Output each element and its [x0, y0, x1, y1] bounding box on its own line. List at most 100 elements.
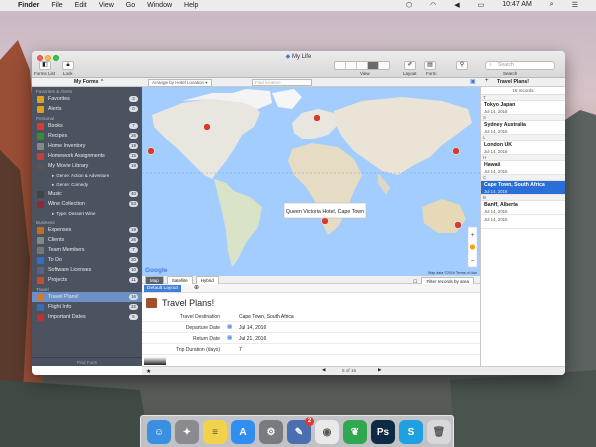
map-view-icon[interactable]: [368, 62, 379, 69]
add-layout-icon[interactable]: ⊕: [194, 284, 199, 291]
layout-button[interactable]: ✐: [404, 61, 416, 70]
next-record-button[interactable]: ▶: [378, 367, 382, 373]
menu-finder[interactable]: Finder: [18, 2, 39, 9]
add-record-icon[interactable]: +: [485, 78, 489, 84]
sync-map-icon[interactable]: ▣: [470, 78, 476, 85]
sidebar-item[interactable]: Clients 26: [32, 235, 142, 245]
notification-center-icon[interactable]: ☰: [572, 1, 578, 9]
sidebar-item[interactable]: Homework Assignments 15: [32, 151, 142, 161]
dropbox-icon[interactable]: ⬡: [406, 1, 412, 9]
record-count-badge: 40: [129, 191, 138, 197]
calendar-icon[interactable]: ▦: [227, 324, 232, 330]
menu-help[interactable]: Help: [184, 2, 198, 9]
menu-view[interactable]: View: [99, 2, 114, 9]
arrange-by-dropdown[interactable]: Arrange by Hotel Location ▾: [148, 79, 212, 87]
zoom-in-icon[interactable]: +: [470, 232, 474, 239]
sidebar-item[interactable]: Home Inventory 19: [32, 141, 142, 151]
menu-edit[interactable]: Edit: [75, 2, 87, 9]
find-location-input[interactable]: Find location: [252, 79, 312, 86]
sidebar-item[interactable]: Travel Plans! 16: [32, 292, 142, 302]
detail-field-row: Trip Duration (days) 7: [142, 344, 480, 355]
field-value[interactable]: 7: [239, 347, 242, 353]
map-marker-sydney[interactable]: [454, 221, 462, 229]
sidebar-item[interactable]: ▸ Genre: Comedy: [32, 180, 142, 189]
map-marker-banff[interactable]: [203, 123, 211, 131]
sidebar-item[interactable]: My Movie Library 18: [32, 161, 142, 171]
menu-go[interactable]: Go: [126, 2, 135, 9]
form-selector[interactable]: My Forms ⌃: [74, 79, 104, 85]
map-marker-cape-town[interactable]: [321, 217, 329, 225]
field-value[interactable]: Jul 14, 2016: [239, 325, 266, 331]
sidebar-item[interactable]: ▸ Genre: Action & Adventure: [32, 171, 142, 180]
map-marker-hawaii[interactable]: [147, 147, 155, 155]
wifi-icon[interactable]: ◠: [430, 1, 436, 9]
sidebar-item-label: Books: [48, 123, 63, 129]
sidebar-item[interactable]: To Do 20: [32, 255, 142, 265]
sidebar-item[interactable]: Favorites 3: [32, 94, 142, 104]
form-button[interactable]: ▤: [424, 61, 436, 70]
chrome-icon[interactable]: ◉: [315, 420, 339, 444]
record-list-item[interactable]: Sydney Australia Jul 14, 2016: [481, 121, 565, 135]
find-form-input[interactable]: Find Form: [32, 357, 142, 366]
sidebar-item[interactable]: Alerts 0: [32, 104, 142, 114]
field-value[interactable]: Jul 21, 2016: [239, 336, 266, 342]
record-list-item[interactable]: Hawaii Jul 14, 2016: [481, 161, 565, 175]
volume-icon[interactable]: ◀: [454, 1, 459, 9]
photoshop-icon[interactable]: Ps: [371, 420, 395, 444]
form-view-icon[interactable]: [335, 62, 346, 69]
prev-record-button[interactable]: ◀: [322, 367, 326, 373]
table-view-icon[interactable]: [357, 62, 368, 69]
sidebar-item[interactable]: Software Licenses 10: [32, 265, 142, 275]
field-value[interactable]: Cape Town, South Africa: [239, 314, 294, 320]
tap-forms-icon[interactable]: ✎ 2: [287, 417, 314, 444]
launchpad-icon[interactable]: ✦: [175, 420, 199, 444]
record-list-item[interactable]: Jul 14, 2016: [481, 215, 565, 229]
street-view-icon[interactable]: [469, 244, 476, 250]
menu-file[interactable]: File: [51, 2, 62, 9]
sidebar-item[interactable]: Expenses 19: [32, 225, 142, 235]
map-marker-london[interactable]: [313, 114, 321, 122]
forms-list-button[interactable]: ◧: [39, 61, 51, 70]
spotlight-icon[interactable]: ⌕: [550, 1, 554, 9]
sidebar-item[interactable]: Music 40: [32, 189, 142, 199]
form-icon: [37, 132, 44, 140]
map-marker-tokyo[interactable]: [452, 147, 460, 155]
sidebar-item[interactable]: Recipes 26: [32, 131, 142, 141]
filter-button[interactable]: ⚲: [456, 61, 468, 70]
finder-icon[interactable]: ☺: [147, 420, 171, 444]
favorite-star-icon[interactable]: ★: [146, 368, 151, 375]
map-view[interactable]: Queen Victoria Hotel, Cape Town + − Goog…: [142, 87, 480, 276]
search-input[interactable]: ⌕ Search: [485, 61, 555, 70]
sidebar-item[interactable]: Books 7: [32, 121, 142, 131]
trash-icon[interactable]: 🗑: [427, 420, 451, 444]
app-store-icon[interactable]: A: [231, 420, 255, 444]
evernote-icon[interactable]: ❦: [343, 420, 367, 444]
menu-window[interactable]: Window: [147, 2, 172, 9]
zoom-out-icon[interactable]: −: [470, 258, 474, 265]
sidebar-item[interactable]: Important Dates 5: [32, 312, 142, 322]
sidebar-item[interactable]: Projects 11: [32, 275, 142, 285]
list-view-icon[interactable]: [346, 62, 357, 69]
calendar-icon[interactable]: ▦: [227, 335, 232, 341]
sidebar-item[interactable]: Flight Info 22: [32, 302, 142, 312]
sidebar-item[interactable]: ▸ Type: Dessert Wine: [32, 209, 142, 218]
layout-tab-default[interactable]: Default Layout: [144, 285, 181, 292]
calendar-view-icon[interactable]: [379, 62, 389, 69]
sidebar-item[interactable]: Team Members 7: [32, 245, 142, 255]
clock[interactable]: 10:47 AM: [502, 1, 532, 9]
dock: ☺ ✦ ≡ A ⚙ ✎ 2 ◉ ❦ Ps S 🗑: [140, 415, 454, 447]
record-list-item[interactable]: Tokyo Japan Jul 14, 2016: [481, 101, 565, 115]
lock-button[interactable]: 🔒︎: [62, 61, 74, 70]
battery-icon[interactable]: ▭: [478, 1, 485, 9]
form-icon: [37, 246, 44, 254]
sidebar-item[interactable]: Wine Collection 53: [32, 199, 142, 209]
record-list-item[interactable]: Cape Town, South Africa Jul 14, 2016: [481, 181, 565, 195]
record-list-item[interactable]: London UK Jul 14, 2016: [481, 141, 565, 155]
view-segmented-control[interactable]: [334, 61, 390, 70]
notes-icon[interactable]: ≡: [203, 420, 227, 444]
record-list-item[interactable]: Banff, Alberta Jul 14, 2016: [481, 201, 565, 215]
system-preferences-icon[interactable]: ⚙: [259, 420, 283, 444]
form-icon: [37, 105, 44, 113]
sidebar-section-header: Business: [36, 220, 55, 225]
skype-icon[interactable]: S: [399, 420, 423, 444]
